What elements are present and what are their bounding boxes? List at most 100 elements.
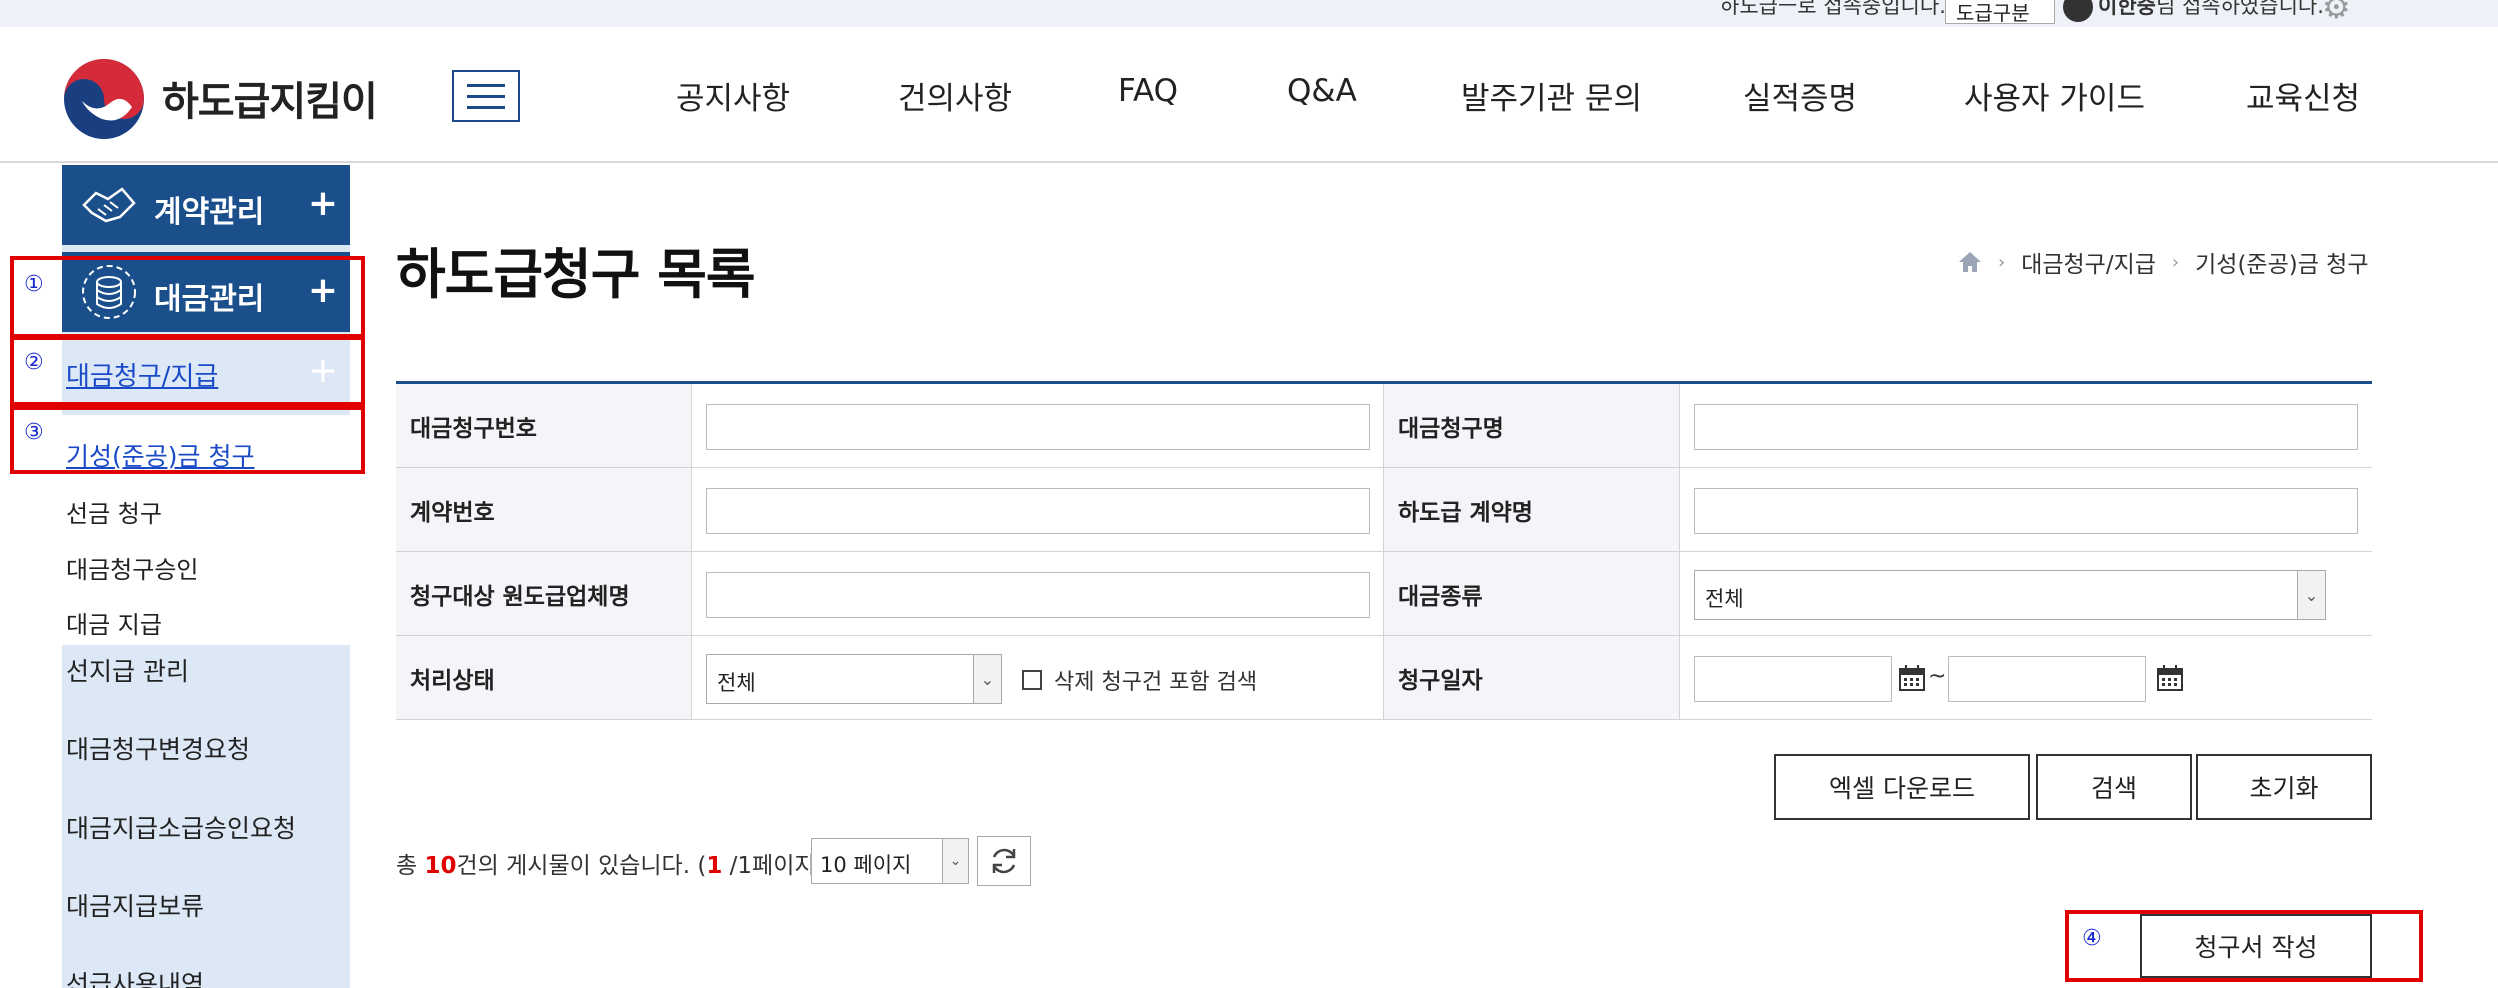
sidebar-item-advance-usage[interactable]: 선급사용내역	[66, 965, 204, 988]
include-deleted-checkbox[interactable]: 삭제 청구건 포함 검색	[1022, 664, 1257, 696]
claim-name-input[interactable]	[1694, 404, 2358, 450]
contract-number-input[interactable]	[706, 488, 1370, 534]
sidebar-item-label: 계약관리	[154, 195, 265, 230]
nav-qna[interactable]: Q&A	[1287, 73, 1357, 109]
sidebar-item-retro-approval[interactable]: 대금지급소급승인요청	[66, 809, 296, 845]
sidebar-item-prepayment[interactable]: 선지급 관리	[66, 652, 189, 688]
payment-type-label: 대금종류	[1384, 552, 1680, 635]
claim-name-cell	[1680, 384, 2372, 467]
header: 하도급지킴이 공지사항 건의사항 FAQ Q&A 발주기관 문의 실적증명 사용…	[0, 27, 2498, 163]
subcontract-name-cell	[1680, 468, 2372, 551]
refresh-button[interactable]	[977, 836, 1031, 886]
status-select[interactable]: 전체 ⌄	[706, 654, 1002, 704]
payment-type-value: 전체	[1705, 587, 1744, 611]
nav-user-guide[interactable]: 사용자 가이드	[1964, 73, 2145, 118]
breadcrumb: › 대금청구/지급 › 기성(준공)금 청구	[1958, 245, 2369, 279]
hamburger-line	[467, 105, 505, 109]
sidebar-item-contract[interactable]: 계약관리 +	[62, 165, 350, 245]
chevron-down-icon: ⌄	[942, 839, 968, 883]
prime-company-cell	[692, 552, 1384, 635]
access-status-text: 하도급ㅡ로 접속중입니다.	[1720, 0, 1946, 18]
chevron-right-icon: ›	[1998, 251, 2006, 273]
claim-number-cell	[692, 384, 1384, 467]
hamburger-line	[467, 94, 505, 98]
home-icon[interactable]	[1958, 251, 1982, 273]
claim-number-input[interactable]	[706, 404, 1370, 450]
page-current: 1	[706, 853, 723, 879]
nav-suggestion[interactable]: 건의사항	[898, 73, 1012, 118]
claim-date-label: 청구일자	[1384, 636, 1680, 719]
count-value: 10	[424, 853, 457, 879]
write-claim-button[interactable]: 청구서 작성	[2140, 914, 2372, 978]
claim-name-label: 대금청구명	[1384, 384, 1680, 467]
page-title: 하도급청구 목록	[396, 243, 756, 306]
checkbox-icon[interactable]	[1022, 670, 1042, 690]
nav-agency-inquiry[interactable]: 발주기관 문의	[1461, 73, 1642, 118]
nav-performance-cert[interactable]: 실적증명	[1743, 73, 1857, 118]
excel-download-button[interactable]: 엑셀 다운로드	[1774, 754, 2030, 820]
subcontract-name-label: 하도급 계약명	[1384, 468, 1680, 551]
contract-number-label: 계약번호	[396, 468, 692, 551]
utility-bar: 하도급ㅡ로 접속중입니다. 도급구분 이한중님 접속하였습니다. ⚙	[0, 0, 2498, 27]
page-size-select[interactable]: 10 페이지 ⌄	[811, 838, 969, 884]
claim-date-start-input[interactable]	[1694, 656, 1892, 702]
annotation-number-3: ③	[24, 420, 44, 445]
sidebar-item-change-request[interactable]: 대금청구변경요청	[66, 730, 250, 766]
nav-education[interactable]: 교육신청	[2246, 73, 2360, 118]
prime-company-input[interactable]	[706, 572, 1370, 618]
sidebar-third-claim-approval[interactable]: 대금청구승인	[66, 550, 198, 585]
menu-toggle-button[interactable]	[452, 70, 520, 122]
annotation-box-1	[10, 256, 365, 338]
page-size-value: 10 페이지	[820, 853, 912, 877]
plus-icon: +	[307, 183, 338, 224]
contract-number-cell	[692, 468, 1384, 551]
search-row: 계약번호 하도급 계약명	[396, 468, 2372, 552]
status-cell: 전체 ⌄ 삭제 청구건 포함 검색	[692, 636, 1384, 719]
contract-type-select[interactable]: 도급구분	[1945, 0, 2055, 24]
payment-type-select[interactable]: 전체 ⌄	[1694, 570, 2326, 620]
user-suffix: 님 접속하였습니다.	[2155, 0, 2324, 18]
breadcrumb-item[interactable]: 대금청구/지급	[2021, 245, 2156, 279]
breadcrumb-item[interactable]: 기성(준공)금 청구	[2195, 245, 2368, 279]
annotation-box-3	[10, 406, 365, 474]
claim-date-end-input[interactable]	[1948, 656, 2146, 702]
sidebar-third-payment[interactable]: 대금 지급	[66, 605, 162, 640]
payment-type-cell: 전체 ⌄	[1680, 552, 2372, 635]
nav-notice[interactable]: 공지사항	[676, 73, 790, 118]
annotation-box-2	[10, 336, 365, 406]
calendar-icon[interactable]	[1898, 664, 1926, 692]
count-suffix: 건의 게시물이 있습니다. (	[456, 853, 707, 879]
user-name: 이한중	[2098, 0, 2156, 18]
page-suffix: /1페이지)	[722, 853, 825, 879]
reset-button[interactable]: 초기화	[2196, 754, 2372, 820]
sidebar-third-advance-claim[interactable]: 선금 청구	[66, 494, 162, 529]
result-count: 총 10건의 게시물이 있습니다. (1 /1페이지)	[396, 846, 825, 880]
hamburger-line	[467, 83, 505, 87]
prime-company-label: 청구대상 원도급업체명	[396, 552, 692, 635]
date-range-separator: ~	[1928, 664, 1947, 689]
nav-faq[interactable]: FAQ	[1118, 73, 1178, 109]
subcontract-name-input[interactable]	[1694, 488, 2358, 534]
annotation-number-2: ②	[24, 350, 44, 375]
government-logo-icon[interactable]	[62, 57, 146, 141]
include-deleted-label: 삭제 청구건 포함 검색	[1054, 670, 1258, 695]
annotation-number-1: ①	[24, 272, 44, 297]
search-form: 대금청구번호 대금청구명 계약번호 하도급 계약명 청구대상 원도급업체명 대금…	[396, 381, 2372, 720]
gear-icon[interactable]: ⚙	[2322, 0, 2351, 26]
claim-date-cell: ~	[1680, 636, 2372, 719]
chevron-down-icon: ⌄	[973, 655, 1001, 703]
status-value: 전체	[717, 671, 756, 695]
search-button[interactable]: 검색	[2036, 754, 2192, 820]
status-label: 처리상태	[396, 636, 692, 719]
refresh-icon	[992, 848, 1016, 874]
search-row: 청구대상 원도급업체명 대금종류 전체 ⌄	[396, 552, 2372, 636]
user-status: 이한중님 접속하였습니다.	[2098, 0, 2324, 20]
site-logo-text[interactable]: 하도급지킴이	[162, 69, 378, 127]
calendar-icon[interactable]	[2156, 664, 2184, 692]
count-prefix: 총	[396, 853, 425, 879]
chevron-right-icon: ›	[2171, 251, 2180, 273]
annotation-number-4: ④	[2082, 926, 2102, 951]
search-row: 처리상태 전체 ⌄ 삭제 청구건 포함 검색 청구일자 ~	[396, 636, 2372, 720]
sidebar-item-payment-hold[interactable]: 대금지급보류	[66, 887, 204, 923]
search-row: 대금청구번호 대금청구명	[396, 384, 2372, 468]
